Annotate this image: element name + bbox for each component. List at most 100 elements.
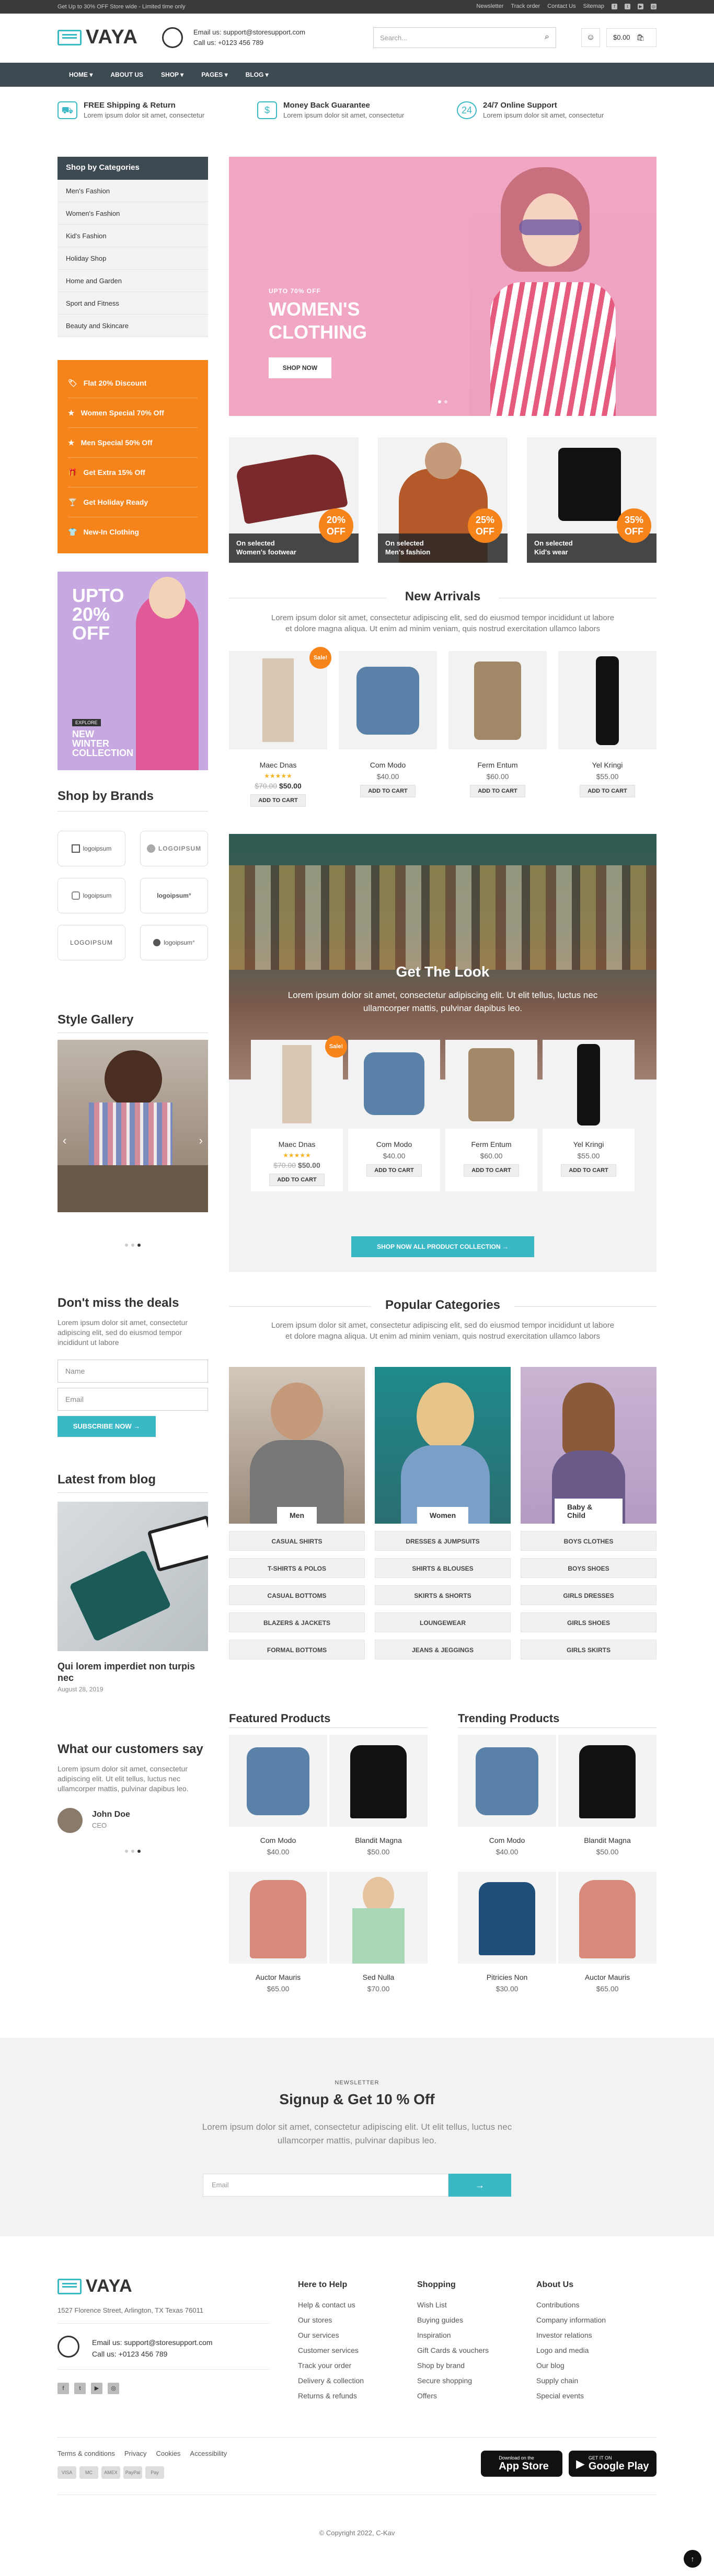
category-item[interactable]: Sport and Fitness: [57, 292, 208, 315]
app-store-button[interactable]: Download on the App Store: [481, 2451, 562, 2477]
subcategory-button[interactable]: Jeans & Jeggings: [375, 1640, 511, 1660]
twitter-icon[interactable]: t: [625, 3, 630, 9]
footer-email[interactable]: Email us: support@storesupport.com: [92, 2337, 213, 2348]
subcategory-button[interactable]: Girls Dresses: [521, 1585, 657, 1605]
subscribe-button[interactable]: SUBSCRIBE NOW →: [57, 1416, 156, 1437]
name-field[interactable]: Name: [57, 1360, 208, 1383]
footer-link[interactable]: Company information: [536, 2313, 606, 2328]
footer-link[interactable]: Investor relations: [536, 2328, 606, 2343]
product-card[interactable]: Ferm Entum $60.00 ADD TO CART: [445, 1040, 537, 1191]
category-image-men[interactable]: Men: [229, 1367, 365, 1524]
subcategory-button[interactable]: Formal Bottoms: [229, 1640, 365, 1660]
footer-link[interactable]: Buying guides: [417, 2313, 489, 2328]
subcategory-button[interactable]: Shirts & Blouses: [375, 1558, 511, 1578]
header-phone[interactable]: Call us: +0123 456 789: [193, 38, 305, 48]
product-card[interactable]: Blandit Magna $50.00: [558, 1735, 657, 1856]
add-to-cart-button[interactable]: ADD TO CART: [269, 1174, 325, 1186]
footer-link[interactable]: Shop by brand: [417, 2358, 489, 2373]
brand-logo[interactable]: logoipsum°: [140, 925, 208, 960]
subcategory-button[interactable]: Boys Shoes: [521, 1558, 657, 1578]
footer-link[interactable]: Our blog: [536, 2358, 606, 2373]
gallery-dots[interactable]: [57, 1244, 208, 1247]
footer-link[interactable]: Inspiration: [417, 2328, 489, 2343]
subcategory-button[interactable]: Casual Shirts: [229, 1531, 365, 1551]
category-image-women[interactable]: Women: [375, 1367, 511, 1524]
footer-link[interactable]: Help & contact us: [298, 2297, 364, 2313]
brand-logo[interactable]: logoipsum: [57, 831, 125, 866]
footer-link[interactable]: Wish List: [417, 2297, 489, 2313]
brand-logo[interactable]: LOGOIPSUM: [57, 925, 125, 960]
footer-link[interactable]: Contributions: [536, 2297, 606, 2313]
brand-logo[interactable]: logoipsum: [57, 878, 125, 913]
legal-link[interactable]: Accessibility: [190, 2450, 227, 2457]
footer-link[interactable]: Delivery & collection: [298, 2373, 364, 2388]
category-item[interactable]: Beauty and Skincare: [57, 315, 208, 337]
footer-link[interactable]: Secure shopping: [417, 2373, 489, 2388]
tile-footwear[interactable]: On selected Women's footwear 20% OFF: [229, 437, 359, 563]
legal-link[interactable]: Privacy: [124, 2450, 147, 2457]
search-icon[interactable]: ⌕: [545, 32, 549, 42]
add-to-cart-button[interactable]: ADD TO CART: [250, 794, 306, 807]
product-card[interactable]: Ferm Entum $60.00 ADD TO CART: [448, 651, 547, 807]
nav-shop[interactable]: Shop ▾: [152, 63, 192, 87]
header-email[interactable]: Email us: support@storesupport.com: [193, 27, 305, 38]
offer-item[interactable]: 🍸 Get Holiday Ready: [68, 488, 198, 517]
category-image-kids[interactable]: Baby & Child: [521, 1367, 657, 1524]
hero-banner[interactable]: UPTO 70% OFF WOMEN'S CLOTHING SHOP NOW: [229, 157, 657, 416]
cart-button[interactable]: $0.00 🛍: [606, 28, 657, 47]
offer-item[interactable]: 🎁 Get Extra 15% Off: [68, 458, 198, 488]
back-to-top-icon[interactable]: ↑: [684, 2550, 701, 2568]
hero-shop-now-button[interactable]: SHOP NOW: [269, 357, 331, 378]
top-link-track-order[interactable]: Track order: [511, 3, 540, 9]
subcategory-button[interactable]: Girls Shoes: [521, 1612, 657, 1632]
top-link-sitemap[interactable]: Sitemap: [583, 3, 604, 9]
offer-item[interactable]: 👕 New-In Clothing: [68, 517, 198, 547]
subcategory-button[interactable]: Dresses & Jumpsuits: [375, 1531, 511, 1551]
footer-link[interactable]: Gift Cards & vouchers: [417, 2343, 489, 2358]
product-card[interactable]: Com Modo $40.00 ADD TO CART: [339, 651, 437, 807]
nav-blog[interactable]: Blog ▾: [237, 63, 278, 87]
twitter-icon[interactable]: t: [74, 2383, 86, 2394]
footer-link[interactable]: Special events: [536, 2388, 606, 2404]
subcategory-button[interactable]: Loungewear: [375, 1612, 511, 1632]
google-play-button[interactable]: ▶ GET IT ON Google Play: [569, 2451, 657, 2477]
promo-banner[interactable]: UPTO 20% OFF EXPLORE NEW WINTER COLLECTI…: [57, 572, 208, 770]
add-to-cart-button[interactable]: ADD TO CART: [470, 785, 525, 797]
category-item[interactable]: Men's Fashion: [57, 180, 208, 202]
blog-image[interactable]: [57, 1502, 208, 1651]
newsletter-email-input[interactable]: Email: [203, 2174, 448, 2197]
subcategory-button[interactable]: Boys Clothes: [521, 1531, 657, 1551]
product-card[interactable]: Yel Kringi $55.00 ADD TO CART: [558, 651, 657, 807]
offer-item[interactable]: 🏷 Flat 20% Discount: [68, 368, 198, 398]
footer-link[interactable]: Returns & refunds: [298, 2388, 364, 2404]
tile-kids[interactable]: On selected Kid's wear 35% OFF: [527, 437, 657, 563]
logo[interactable]: VAYA: [57, 26, 138, 49]
top-link-newsletter[interactable]: Newsletter: [476, 3, 503, 9]
newsletter-submit-button[interactable]: →: [448, 2174, 511, 2197]
chevron-right-icon[interactable]: ›: [199, 1134, 203, 1147]
product-card[interactable]: Sale! Maec Dnas ★★★★★ $70.00 $50.00 ADD …: [251, 1036, 347, 1191]
tile-mens[interactable]: On selected Men's fashion 25% OFF: [378, 437, 508, 563]
footer-link[interactable]: Supply chain: [536, 2373, 606, 2388]
testimonial-dots[interactable]: [57, 1850, 208, 1853]
footer-phone[interactable]: Call us: +0123 456 789: [92, 2348, 213, 2360]
nav-about[interactable]: About us: [101, 63, 152, 87]
chevron-left-icon[interactable]: ‹: [63, 1134, 66, 1147]
subcategory-button[interactable]: Skirts & Shorts: [375, 1585, 511, 1605]
product-card[interactable]: Sale! Maec Dnas ★★★★★ $70.00 $50.00 ADD …: [229, 647, 331, 807]
category-item[interactable]: Kid's Fashion: [57, 225, 208, 247]
footer-link[interactable]: Offers: [417, 2388, 489, 2404]
product-card[interactable]: Blandit Magna $50.00: [329, 1735, 428, 1856]
email-field[interactable]: Email: [57, 1388, 208, 1411]
brand-logo[interactable]: logoipsum°: [140, 878, 208, 913]
footer-link[interactable]: Customer services: [298, 2343, 364, 2358]
footer-link[interactable]: Logo and media: [536, 2343, 606, 2358]
user-icon[interactable]: ☺: [581, 28, 600, 47]
hero-dots[interactable]: [229, 400, 657, 403]
footer-logo[interactable]: VAYA: [57, 2276, 133, 2296]
product-card[interactable]: Com Modo $40.00: [229, 1735, 327, 1856]
youtube-icon[interactable]: ▶: [91, 2383, 102, 2394]
offer-item[interactable]: ★ Women Special 70% Off: [68, 398, 198, 428]
add-to-cart-button[interactable]: ADD TO CART: [561, 1164, 616, 1177]
add-to-cart-button[interactable]: ADD TO CART: [360, 785, 416, 797]
